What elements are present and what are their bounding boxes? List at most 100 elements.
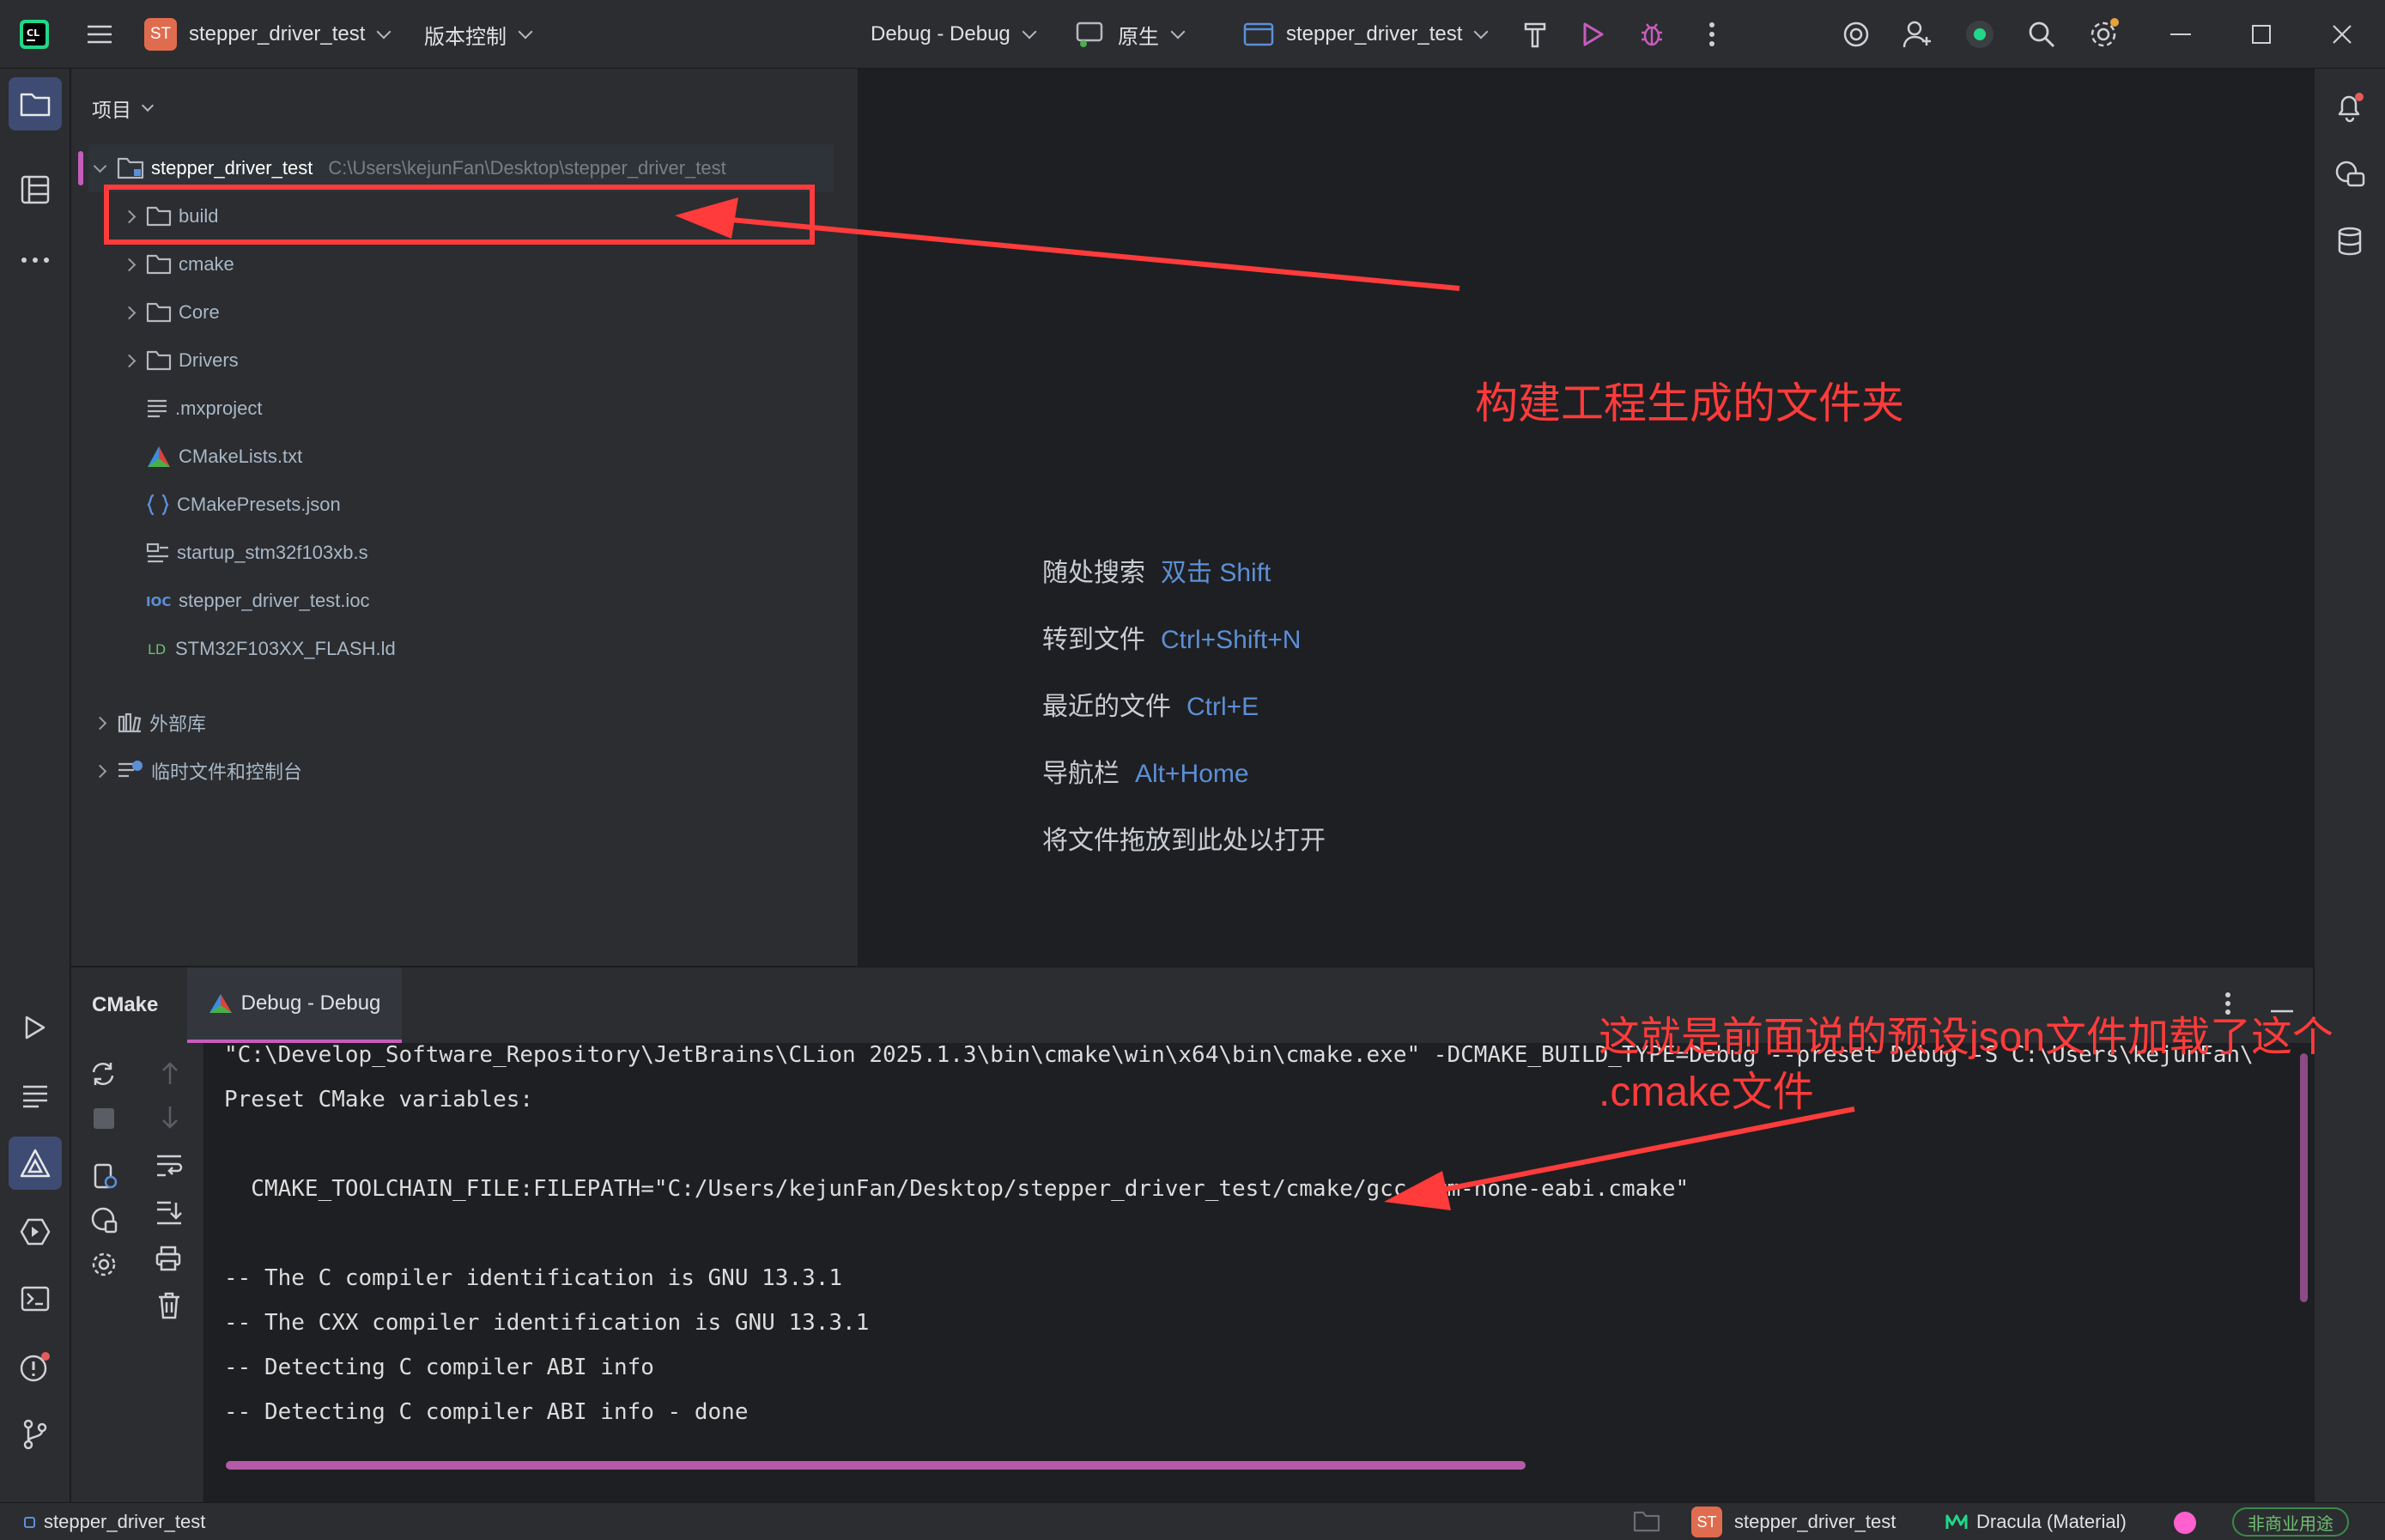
hint-shortcut: Ctrl+Shift+N <box>1161 626 1302 654</box>
ai-chat-icon[interactable] <box>2323 148 2376 201</box>
services-tool-icon[interactable] <box>9 1205 62 1258</box>
status-project[interactable]: ST stepper_driver_test <box>1691 1503 1896 1540</box>
code-with-me-icon[interactable] <box>1963 17 1997 52</box>
tree-item-label: STM32F103XX_FLASH.ld <box>175 638 396 659</box>
folder-icon <box>146 349 172 372</box>
more-tools-icon[interactable] <box>9 233 62 287</box>
chevron-down-icon <box>518 24 533 39</box>
editor-hint-row: 随处搜索 双击 Shift <box>1042 551 1271 589</box>
license-badge[interactable]: 非商业用途 <box>2232 1507 2349 1537</box>
tree-row-mxproject[interactable]: .mxproject <box>118 385 262 433</box>
tree-row-cmake[interactable]: cmake <box>118 240 234 288</box>
ai-assistant-icon[interactable] <box>1839 17 1873 52</box>
folder-icon[interactable] <box>1633 1510 1660 1537</box>
folder-icon <box>146 205 172 227</box>
console-line: -- Detecting C compiler ABI info - done <box>224 1399 749 1425</box>
chevron-down-icon <box>93 159 107 173</box>
project-view-selector[interactable]: 项目 <box>92 69 155 148</box>
reload-icon[interactable] <box>88 1060 118 1092</box>
search-icon[interactable] <box>2024 17 2059 52</box>
project-switcher[interactable]: ST stepper_driver_test <box>144 0 391 69</box>
maximize-window-icon[interactable] <box>2244 17 2279 52</box>
tree-row-build[interactable]: build <box>118 192 218 240</box>
cmake-annotation-line2: .cmake文件 <box>1599 1070 1814 1115</box>
cmake-tool-icon[interactable] <box>9 1137 62 1190</box>
scratches-icon <box>118 761 143 778</box>
tree-row-core[interactable]: Core <box>118 288 220 336</box>
editor-hint-row: 将文件拖放到此处以打开 <box>1042 819 1326 857</box>
messages-tool-icon[interactable] <box>9 1070 62 1123</box>
chevron-right-icon <box>122 258 137 271</box>
svg-text:CL: CL <box>27 27 39 39</box>
tree-item-label: cmake <box>179 253 234 275</box>
soft-wrap-icon[interactable] <box>155 1153 183 1183</box>
status-breadcrumb-label: stepper_driver_test <box>44 1511 206 1532</box>
hint-shortcut: Alt+Home <box>1135 760 1249 788</box>
scroll-up-icon[interactable] <box>161 1060 179 1090</box>
target-selector[interactable]: stepper_driver_test <box>1243 0 1489 69</box>
tab-debug-debug[interactable]: Debug - Debug <box>187 967 402 1043</box>
svg-text:IOC: IOC <box>146 594 171 609</box>
status-theme[interactable]: Dracula (Material) <box>1945 1503 2127 1540</box>
chevron-down-icon <box>1473 24 1489 39</box>
console-horizontal-scrollbar[interactable] <box>226 1461 1526 1470</box>
debug-icon[interactable] <box>1635 17 1669 52</box>
vcs-menu[interactable]: 版本控制 <box>424 0 533 69</box>
project-tool-icon[interactable] <box>9 77 62 130</box>
terminal-tool-icon[interactable] <box>9 1272 62 1325</box>
minimize-window-icon[interactable] <box>2163 17 2198 52</box>
console-vertical-scrollbar[interactable] <box>2300 1053 2308 1302</box>
tree-row-cmakepresets-json[interactable]: CMakePresets.json <box>118 481 341 529</box>
tree-row-scratches[interactable]: 临时文件和控制台 <box>88 747 302 795</box>
tree-row-startup-stm32f103xb-s[interactable]: startup_stm32f103xb.s <box>118 529 368 577</box>
hint-label: 转到文件 <box>1042 626 1145 654</box>
project-badge: ST <box>144 18 177 51</box>
clion-logo-icon[interactable]: CL <box>17 17 52 52</box>
tree-row-external-libs[interactable]: 外部库 <box>88 699 206 747</box>
tree-row-drivers[interactable]: Drivers <box>118 336 239 385</box>
console-line: -- The C compiler identification is GNU … <box>224 1265 843 1291</box>
project-panel: 项目 stepper_driver_test C:\Users\kejunFan… <box>71 69 859 966</box>
run-icon[interactable] <box>1576 17 1611 52</box>
run-tool-icon[interactable] <box>9 1001 62 1054</box>
main-menu-icon[interactable] <box>82 17 117 52</box>
chevron-down-icon <box>141 99 155 112</box>
scroll-down-icon[interactable] <box>161 1105 179 1135</box>
chevron-right-icon <box>93 764 107 778</box>
chevron-right-icon <box>122 306 137 319</box>
theme-color-indicator[interactable] <box>2174 1512 2196 1534</box>
database-icon[interactable] <box>2323 215 2376 268</box>
settings-gear-icon[interactable] <box>2086 17 2121 52</box>
tree-row-stepper-driver-test-ioc[interactable]: IOC stepper_driver_test.ioc <box>118 577 370 625</box>
toolchain-selector[interactable]: 原生 <box>1075 0 1186 69</box>
asm-file-icon <box>146 543 170 563</box>
build-annotation: 构建工程生成的文件夹 <box>1475 379 1904 427</box>
more-actions-icon[interactable] <box>1695 17 1729 52</box>
tree-item-label: stepper_driver_test.ioc <box>179 590 370 611</box>
stop-icon[interactable] <box>94 1108 114 1133</box>
gear-icon[interactable] <box>90 1251 118 1282</box>
build-hammer-icon[interactable] <box>1518 17 1552 52</box>
clear-trash-icon[interactable] <box>157 1292 181 1324</box>
chevron-right-icon <box>93 716 107 730</box>
cmake-actions-sidebar <box>71 1043 204 1503</box>
console-line: CMAKE_TOOLCHAIN_FILE:FILEPATH="C:/Users/… <box>224 1176 1690 1202</box>
tree-row-cmakelists-txt[interactable]: CMakeLists.txt <box>118 433 302 481</box>
notifications-icon[interactable] <box>2323 81 2376 134</box>
close-window-icon[interactable] <box>2325 17 2359 52</box>
cmake-cache-icon[interactable] <box>90 1206 119 1240</box>
git-tool-icon[interactable] <box>9 1408 62 1461</box>
structure-tool-icon[interactable] <box>9 163 62 216</box>
status-breadcrumb[interactable]: stepper_driver_test <box>24 1503 205 1540</box>
problems-tool-icon[interactable] <box>9 1341 62 1394</box>
tree-row-stm32f103xx-flash-ld[interactable]: LD STM32F103XX_FLASH.ld <box>118 625 396 673</box>
add-user-icon[interactable] <box>1901 17 1935 52</box>
tree-root-row[interactable]: stepper_driver_test C:\Users\kejunFan\De… <box>88 144 834 192</box>
run-config-selector[interactable]: Debug - Debug <box>871 0 1037 69</box>
selection-indicator <box>78 151 83 185</box>
cmake-settings-icon[interactable] <box>92 1161 118 1195</box>
project-name: stepper_driver_test <box>189 22 366 45</box>
material-theme-icon <box>1945 1514 1968 1529</box>
print-icon[interactable] <box>155 1246 181 1276</box>
scroll-to-end-icon[interactable] <box>155 1199 183 1229</box>
